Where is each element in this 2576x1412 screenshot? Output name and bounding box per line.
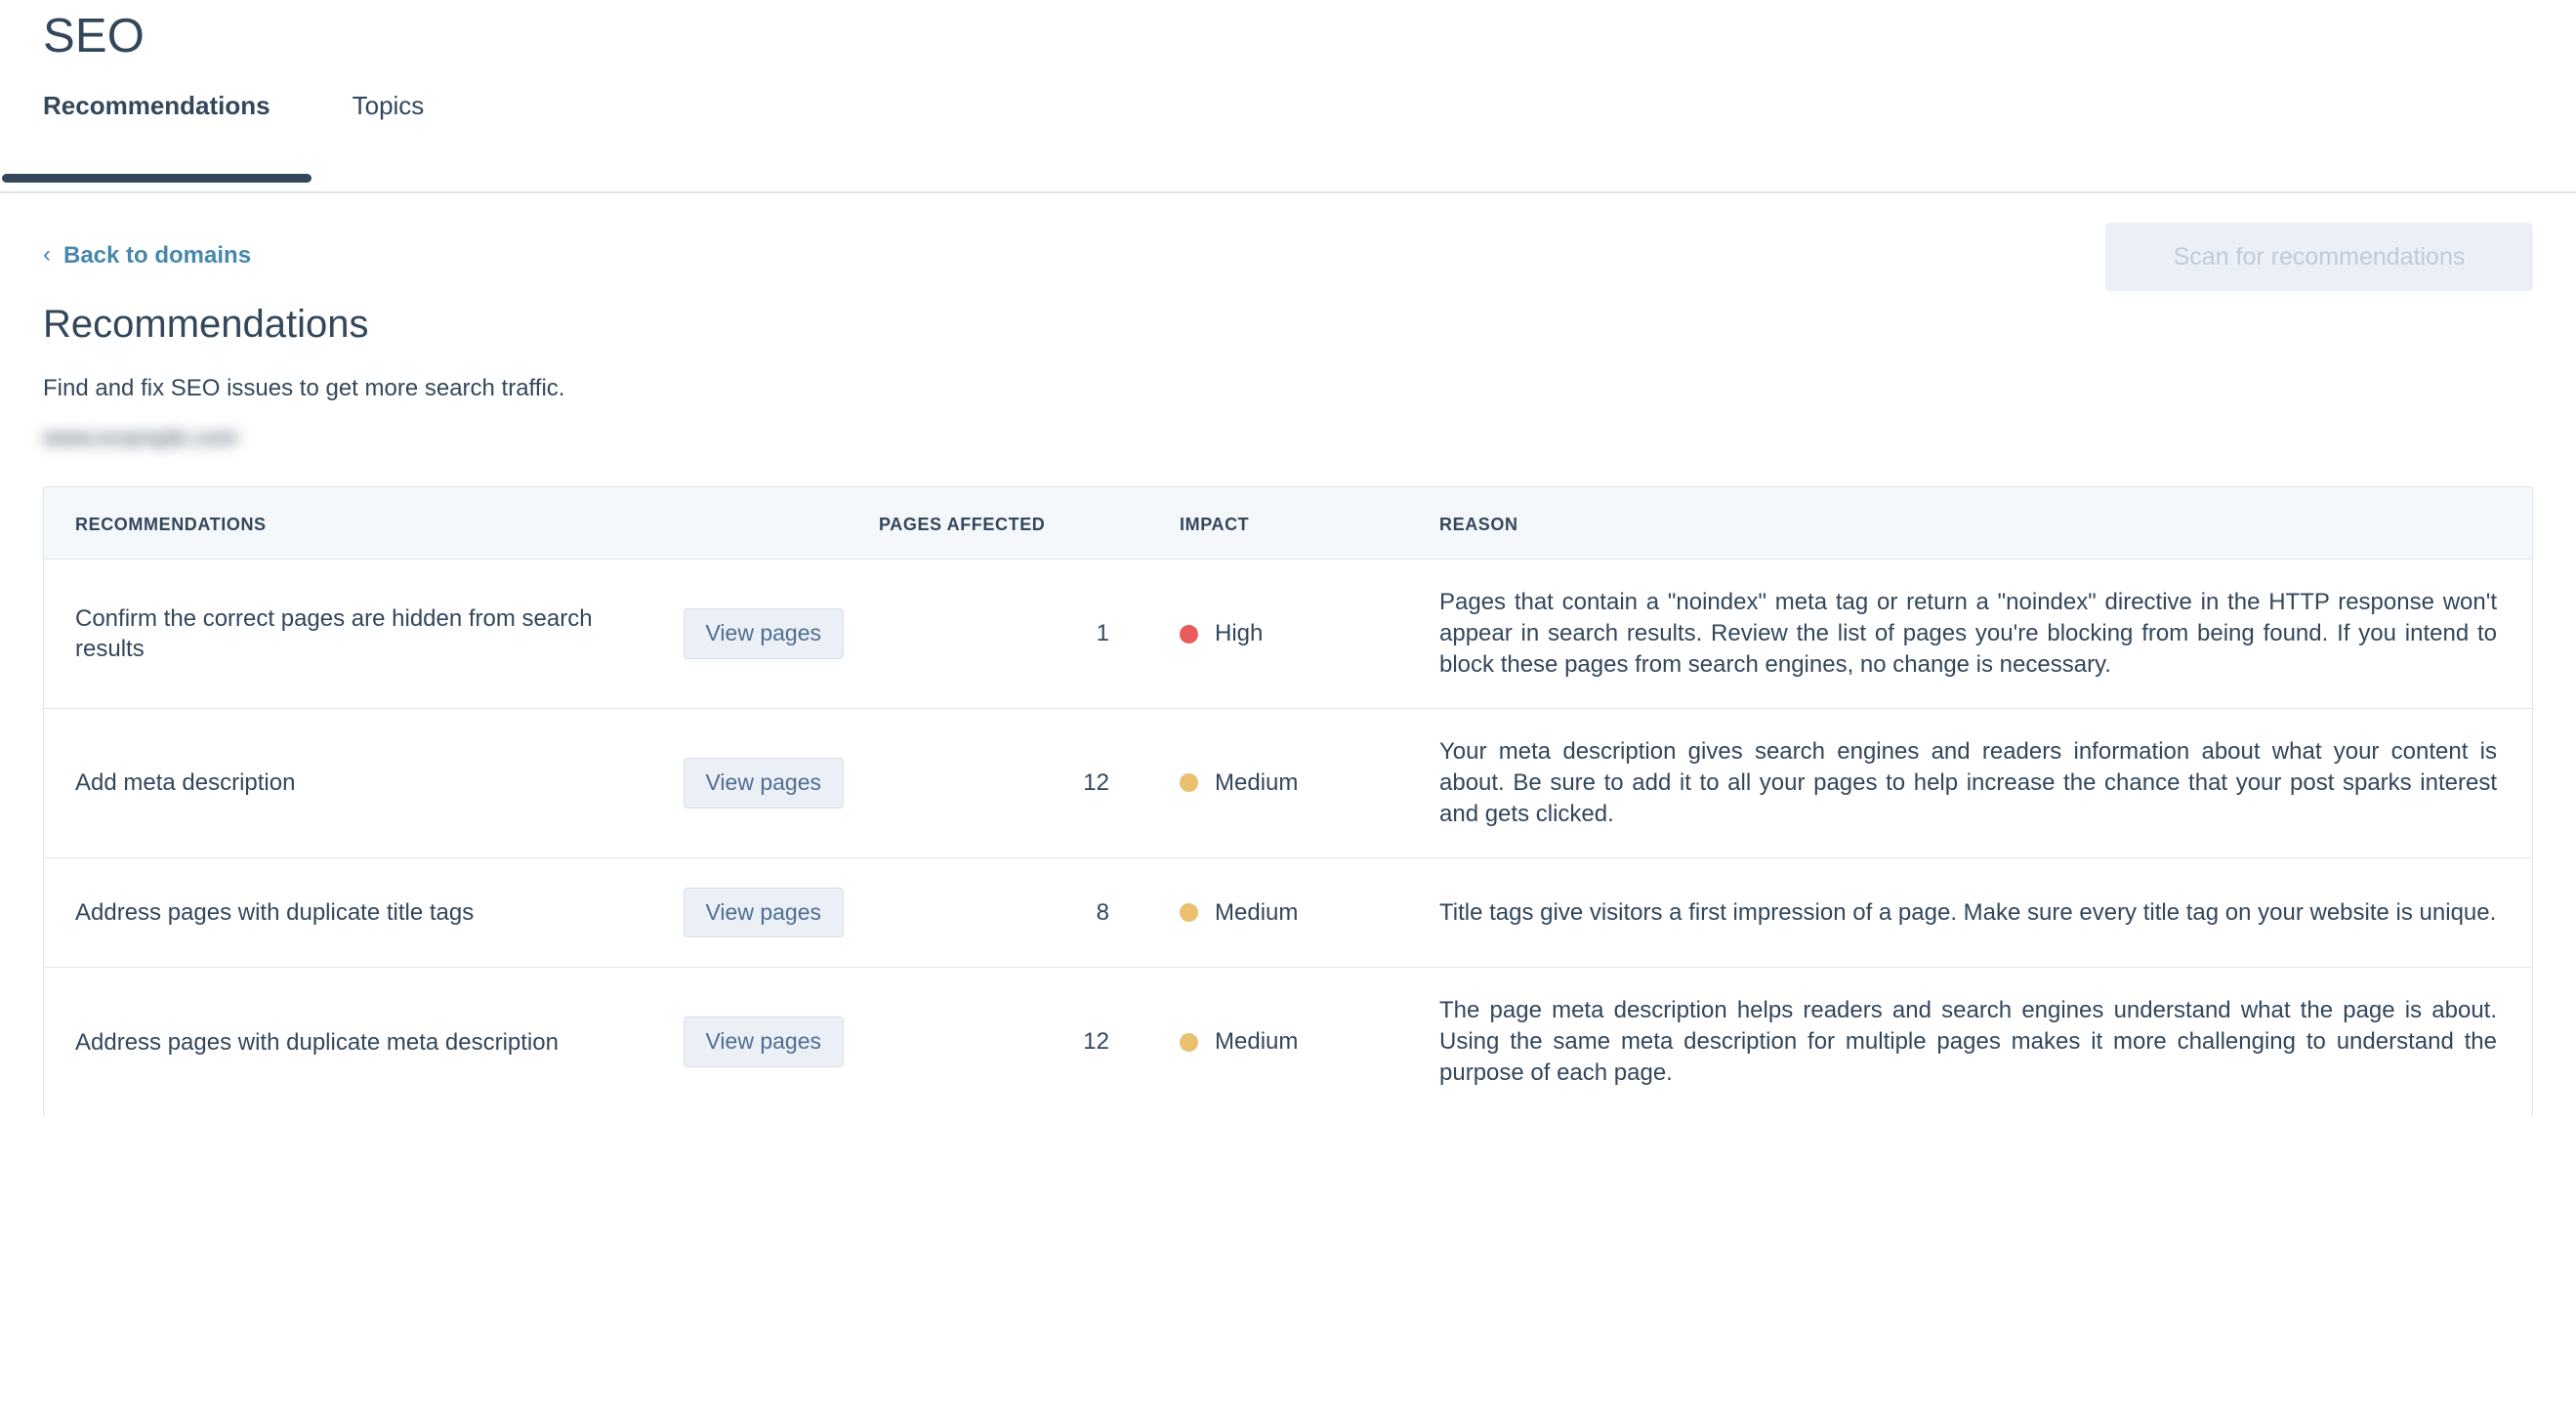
table-header: RECOMMENDATIONS PAGES AFFECTED IMPACT RE… — [44, 487, 2532, 561]
column-header-pages-affected: PAGES AFFECTED — [859, 487, 1152, 561]
impact-dot-icon — [1180, 773, 1198, 793]
tab-recommendations-label: Recommendations — [43, 90, 270, 120]
tab-recommendations[interactable]: Recommendations — [2, 83, 312, 183]
recommendations-table: RECOMMENDATIONS PAGES AFFECTED IMPACT RE… — [44, 487, 2532, 1117]
cell-recommendation: Add meta description View pages — [44, 708, 859, 858]
column-header-recommendations: RECOMMENDATIONS — [44, 487, 859, 561]
column-header-reason: REASON — [1416, 487, 2532, 561]
table-row: Add meta description View pages 12 Mediu… — [44, 708, 2532, 858]
cell-reason: Title tags give visitors a first impress… — [1416, 857, 2532, 969]
scan-for-recommendations-button[interactable]: Scan for recommendations — [2105, 223, 2533, 291]
view-pages-button[interactable]: View pages — [683, 758, 844, 809]
back-to-domains-label: Back to domains — [63, 242, 252, 269]
cell-recommendation: Address pages with duplicate title tags … — [44, 857, 859, 969]
page-title: SEO — [43, 10, 145, 62]
table-body: Confirm the correct pages are hidden fro… — [44, 559, 2532, 1117]
recommendation-label: Confirm the correct pages are hidden fro… — [75, 605, 593, 663]
recommendations-table-container: RECOMMENDATIONS PAGES AFFECTED IMPACT RE… — [43, 486, 2533, 1117]
table-row: Address pages with duplicate title tags … — [44, 857, 2532, 969]
cell-reason: Pages that contain a "noindex" meta tag … — [1416, 559, 2532, 710]
impact-dot-icon — [1180, 1032, 1198, 1052]
table-row: Address pages with duplicate meta descri… — [44, 967, 2532, 1117]
back-to-domains-link[interactable]: ‹ Back to domains — [43, 241, 252, 269]
cell-impact: Medium — [1152, 708, 1416, 858]
tab-topics[interactable]: Topics — [312, 83, 466, 177]
chevron-left-icon: ‹ — [43, 241, 51, 268]
cell-pages-affected: 1 — [859, 559, 1152, 710]
domain-label: www.example.com — [43, 425, 239, 452]
cell-impact: High — [1152, 559, 1416, 710]
cell-impact: Medium — [1152, 967, 1416, 1117]
impact-label: Medium — [1215, 768, 1299, 796]
recommendations-description: Find and fix SEO issues to get more sear… — [43, 375, 565, 401]
table-row: Confirm the correct pages are hidden fro… — [44, 559, 2532, 710]
cell-pages-affected: 12 — [859, 967, 1152, 1117]
view-pages-button[interactable]: View pages — [683, 887, 844, 938]
view-pages-button[interactable]: View pages — [683, 1017, 844, 1068]
recommendation-label: Add meta description — [75, 769, 296, 797]
tab-topics-label: Topics — [352, 90, 425, 120]
tab-bar: Recommendations Topics — [0, 93, 2576, 183]
view-pages-button[interactable]: View pages — [683, 608, 844, 660]
cell-recommendation: Address pages with duplicate meta descri… — [44, 967, 859, 1117]
recommendation-label: Address pages with duplicate meta descri… — [75, 1028, 559, 1056]
cell-reason: Your meta description gives search engin… — [1416, 708, 2532, 858]
cell-reason: The page meta description helps readers … — [1416, 967, 2532, 1117]
cell-recommendation: Confirm the correct pages are hidden fro… — [44, 559, 859, 710]
recommendations-heading: Recommendations — [43, 303, 369, 346]
app-header: SEO Recommendations Topics — [0, 0, 2576, 193]
cell-pages-affected: 8 — [859, 857, 1152, 969]
impact-label: High — [1215, 620, 1264, 647]
main-content: ‹ Back to domains Scan for recommendatio… — [0, 193, 2576, 1117]
column-header-impact: IMPACT — [1152, 487, 1416, 561]
impact-label: Medium — [1215, 1028, 1299, 1056]
recommendation-label: Address pages with duplicate title tags — [75, 899, 475, 927]
table-header-row: RECOMMENDATIONS PAGES AFFECTED IMPACT RE… — [44, 487, 2532, 561]
cell-pages-affected: 12 — [859, 708, 1152, 858]
cell-impact: Medium — [1152, 857, 1416, 969]
impact-label: Medium — [1215, 898, 1299, 926]
impact-dot-icon — [1180, 903, 1198, 923]
impact-dot-icon — [1180, 624, 1198, 644]
